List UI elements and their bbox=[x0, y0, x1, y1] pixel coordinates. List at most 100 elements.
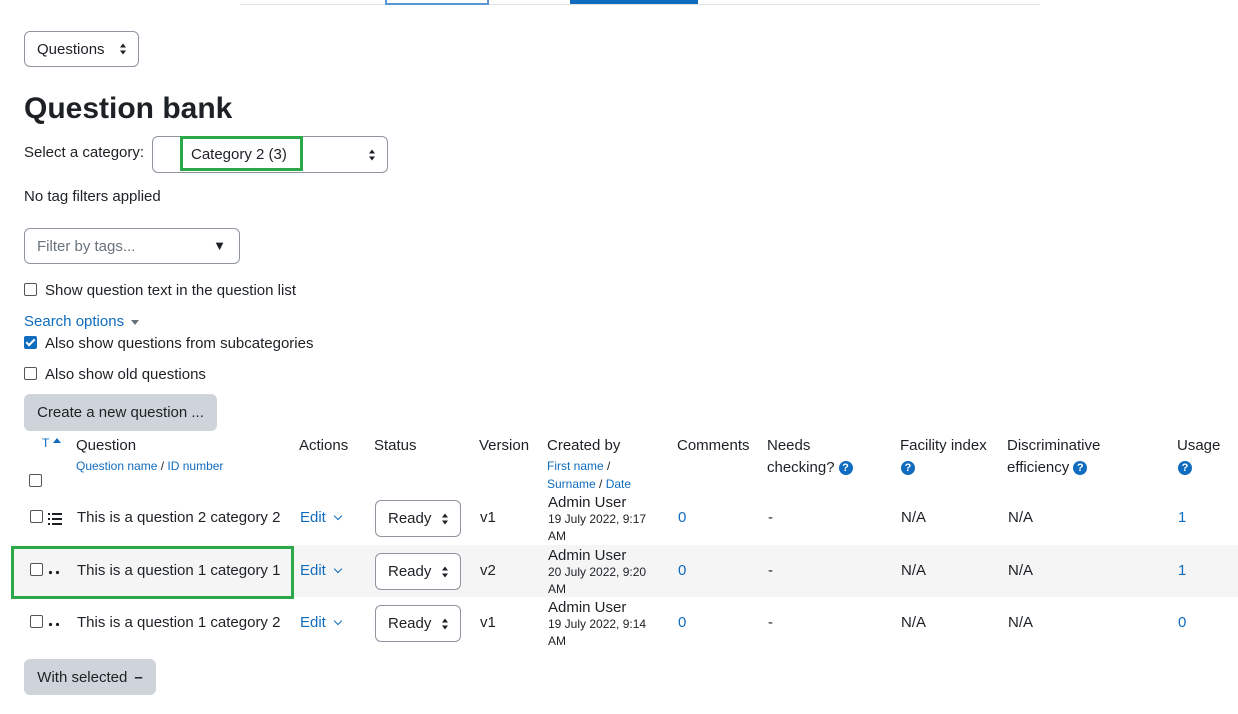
created-date: 20 July 2022, 9:20 bbox=[548, 565, 647, 579]
creator-name: Admin User bbox=[548, 494, 627, 511]
row-select-checkbox[interactable] bbox=[30, 510, 43, 523]
sort-type-link[interactable]: T bbox=[42, 436, 61, 450]
tab-outline[interactable] bbox=[385, 0, 489, 5]
select-all-checkbox[interactable] bbox=[29, 474, 42, 487]
tab-active-indicator[interactable] bbox=[570, 0, 698, 4]
edit-label: Edit bbox=[300, 509, 326, 526]
facility-index: N/A bbox=[901, 614, 927, 631]
col-usage-title: Usage bbox=[1177, 437, 1221, 454]
usage-link[interactable]: 1 bbox=[1178, 562, 1186, 579]
tab-bar-divider bbox=[240, 4, 1040, 5]
col-usage: Usage ? bbox=[1177, 435, 1220, 479]
tag-filter-input[interactable]: Filter by tags... ▼ bbox=[24, 228, 240, 264]
caret-down-icon bbox=[131, 319, 140, 325]
col-disc-line2: efficiency bbox=[1007, 459, 1070, 476]
highlight-box-category bbox=[180, 136, 303, 171]
navigation-select[interactable]: Questions bbox=[24, 31, 139, 67]
sort-question-name[interactable]: Question name bbox=[76, 459, 157, 473]
separator: / bbox=[157, 459, 168, 473]
created-date: 19 July 2022, 9:14 bbox=[548, 617, 647, 631]
created-date-ampm: AM bbox=[548, 582, 566, 596]
status-select[interactable]: Ready bbox=[375, 500, 461, 537]
question-name: This is a question 1 category 2 bbox=[77, 614, 281, 631]
help-icon[interactable]: ? bbox=[1073, 461, 1088, 476]
sort-ascending-icon bbox=[53, 438, 61, 443]
comments-link[interactable]: 0 bbox=[678, 614, 686, 631]
discriminative-efficiency: N/A bbox=[1008, 509, 1034, 526]
discriminative-efficiency: N/A bbox=[1008, 562, 1034, 579]
usage-link[interactable]: 0 bbox=[1178, 614, 1186, 631]
search-options-toggle[interactable]: Search options bbox=[24, 313, 140, 330]
create-question-button[interactable]: Create a new question ... bbox=[24, 394, 217, 431]
subcategories-checkbox[interactable] bbox=[24, 336, 37, 349]
help-icon[interactable]: ? bbox=[1178, 461, 1192, 476]
col-discriminative: Discriminative efficiency? bbox=[1007, 435, 1100, 479]
edit-menu-toggle[interactable]: Edit bbox=[300, 614, 343, 631]
facility-index: N/A bbox=[901, 562, 927, 579]
col-question-title: Question bbox=[76, 437, 137, 454]
version: v2 bbox=[480, 562, 496, 579]
edit-menu-toggle[interactable]: Edit bbox=[300, 509, 343, 526]
edit-menu-toggle[interactable]: Edit bbox=[300, 562, 343, 579]
facility-index: N/A bbox=[901, 509, 927, 526]
created-date-ampm: AM bbox=[548, 634, 566, 648]
short-answer-icon bbox=[48, 622, 60, 627]
subcategories-label: Also show questions from subcategories bbox=[45, 335, 314, 352]
col-disc-line1: Discriminative bbox=[1007, 437, 1101, 454]
col-created-by: Created by First name / Surname / Date bbox=[547, 435, 631, 493]
usage-link[interactable]: 1 bbox=[1178, 509, 1186, 526]
sort-surname[interactable]: Surname bbox=[547, 477, 596, 491]
help-icon[interactable]: ? bbox=[838, 461, 853, 476]
col-needs-checking: Needs checking?? bbox=[767, 435, 853, 479]
help-icon[interactable]: ? bbox=[901, 461, 915, 476]
comments-link[interactable]: 0 bbox=[678, 509, 686, 526]
status-select[interactable]: Ready bbox=[375, 605, 461, 642]
edit-label: Edit bbox=[300, 614, 326, 631]
navigation-select-value: Questions bbox=[37, 40, 105, 58]
updown-arrow-icon bbox=[120, 43, 127, 55]
needs-checking: - bbox=[768, 614, 773, 631]
page-title: Question bank bbox=[24, 92, 233, 125]
sort-type-label: T bbox=[42, 436, 50, 450]
version: v1 bbox=[480, 509, 496, 526]
col-facility-title: Facility index bbox=[900, 437, 987, 454]
sort-id-number[interactable]: ID number bbox=[167, 459, 223, 473]
chevron-down-icon bbox=[333, 616, 343, 626]
status-select[interactable]: Ready bbox=[375, 553, 461, 590]
sort-date[interactable]: Date bbox=[606, 477, 631, 491]
row-select-checkbox[interactable] bbox=[30, 615, 43, 628]
creator-name: Admin User bbox=[548, 599, 627, 616]
highlight-box-question bbox=[11, 546, 294, 599]
col-created-by-title: Created by bbox=[547, 437, 621, 454]
sort-first-name[interactable]: First name bbox=[547, 459, 604, 473]
col-needs-line1: Needs bbox=[767, 437, 811, 454]
status-value: Ready bbox=[388, 615, 432, 632]
version: v1 bbox=[480, 614, 496, 631]
col-status: Status bbox=[374, 437, 417, 454]
with-selected-button[interactable]: With selected – bbox=[24, 659, 156, 695]
tag-filter-placeholder: Filter by tags... bbox=[37, 237, 136, 255]
created-date: 19 July 2022, 9:17 bbox=[548, 512, 647, 526]
col-version: Version bbox=[479, 437, 530, 454]
needs-checking: - bbox=[768, 509, 773, 526]
show-question-text-checkbox[interactable] bbox=[24, 283, 37, 296]
status-value: Ready bbox=[388, 510, 432, 527]
old-questions-label: Also show old questions bbox=[45, 366, 206, 383]
tag-filter-status: No tag filters applied bbox=[24, 188, 161, 205]
col-actions: Actions bbox=[299, 437, 349, 454]
separator: / bbox=[603, 459, 611, 473]
updown-arrow-icon bbox=[442, 513, 449, 524]
chevron-down-icon bbox=[333, 564, 343, 574]
col-question: Question Question name / ID number bbox=[76, 435, 223, 475]
separator: / bbox=[595, 477, 606, 491]
col-needs-line2: checking? bbox=[767, 459, 835, 476]
updown-arrow-icon bbox=[369, 149, 376, 160]
edit-label: Edit bbox=[300, 562, 326, 579]
category-label: Select a category: bbox=[24, 144, 145, 161]
created-date-ampm: AM bbox=[548, 529, 566, 543]
chevron-down-icon bbox=[333, 511, 343, 521]
multichoice-list-icon bbox=[48, 513, 62, 525]
creator-name: Admin User bbox=[548, 547, 627, 564]
old-questions-checkbox[interactable] bbox=[24, 367, 37, 380]
comments-link[interactable]: 0 bbox=[678, 562, 686, 579]
